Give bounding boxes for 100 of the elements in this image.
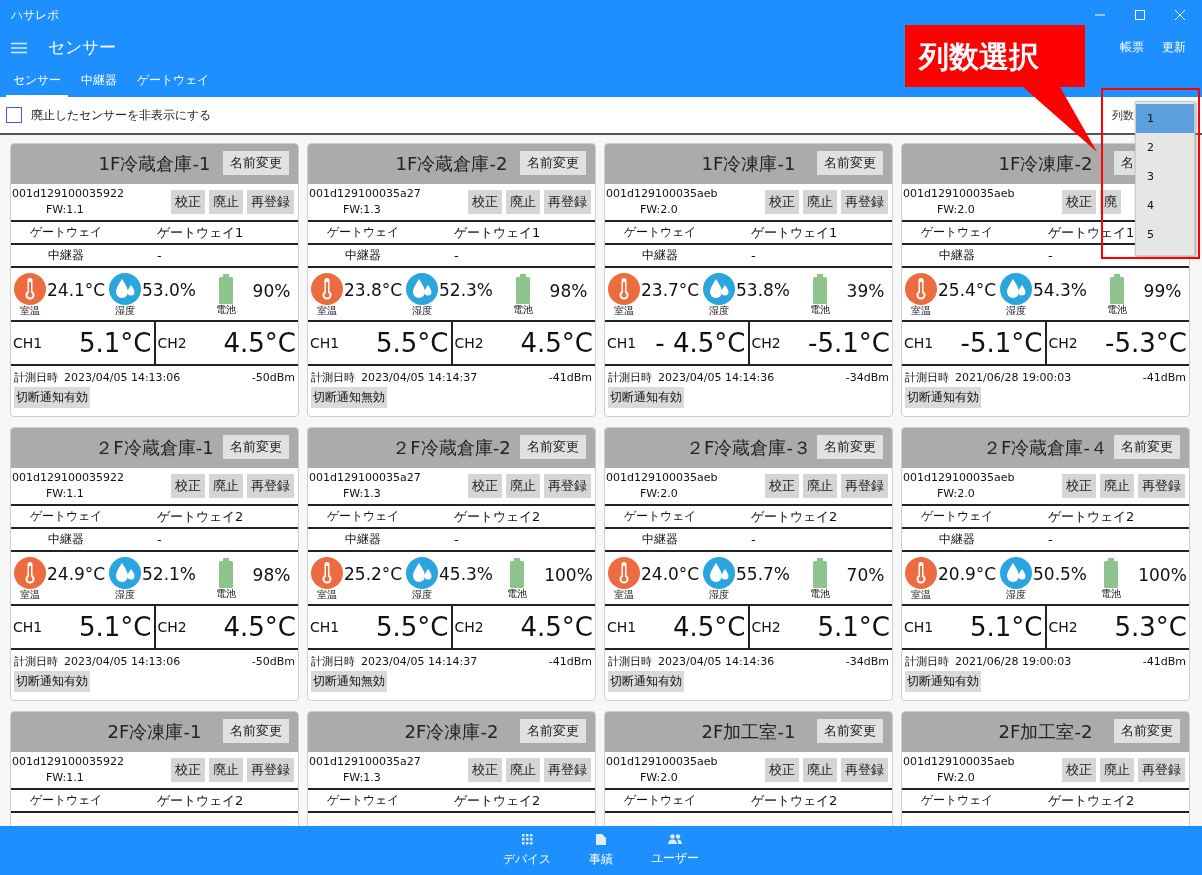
action-button[interactable]: 校正 [171,190,205,214]
reading-caption: 室温 [614,304,634,316]
channel-temperature: 5.1°C [79,612,152,642]
rename-button[interactable]: 名前変更 [223,151,289,175]
action-button[interactable]: 再登録 [247,758,294,782]
reading-caption: 室温 [20,304,40,316]
battery-icon [218,273,233,304]
field-value: ゲートウェイ1 [454,223,541,242]
device-id: 001d129100035aeb [903,186,1015,202]
battery-icon [812,273,827,304]
action-button[interactable]: 廃止 [209,758,243,782]
maximize-icon[interactable] [1134,9,1146,21]
reading-value: 50.5% [1033,563,1087,584]
reading-caption: 室温 [317,304,337,316]
action-button[interactable]: 廃止 [506,190,540,214]
channel-temperature: 4.5°C [223,612,296,642]
rename-button[interactable]: 名前変更 [817,719,883,743]
action-button[interactable]: 廃止 [803,758,837,782]
action-button[interactable]: 校正 [1062,190,1096,214]
firmware-version: FW:2.0 [936,202,976,218]
action-button[interactable]: 校正 [468,758,502,782]
action-button[interactable]: 廃止 [506,474,540,498]
firmware-version: FW:1.3 [342,486,382,502]
measured-time: 2023/04/05 14:13:06 [64,371,181,384]
action-button[interactable]: 校正 [765,474,799,498]
action-button[interactable]: 廃止 [803,190,837,214]
rename-button[interactable]: 名前変更 [520,151,586,175]
action-button[interactable]: 廃 [1100,190,1121,214]
notification-tag: 切断通知無効 [311,671,387,692]
action-button[interactable]: 再登録 [544,758,591,782]
action-button[interactable]: 再登録 [247,474,294,498]
thermometer-icon [14,556,46,589]
rename-button[interactable]: 名前変更 [1114,435,1180,459]
signal-strength: -34dBm [845,655,889,668]
dropdown-option[interactable]: 4 [1136,191,1194,220]
reading-caption: 電池 [809,303,830,315]
reading-value: 24.9°C [47,563,106,584]
checkbox[interactable] [6,107,22,123]
action-button[interactable]: 校正 [171,758,205,782]
field-value: ゲートウェイ2 [1048,507,1135,526]
channel-temperature: 4.5°C [223,328,296,358]
field-label: ゲートウェイ [921,508,993,525]
measured-label: 計測日時 [608,654,652,669]
action-button[interactable]: 校正 [1062,474,1096,498]
page-title: センサー [48,36,116,59]
measured-label: 計測日時 [14,654,58,669]
rename-button[interactable]: 名前変更 [817,151,883,175]
channel-label: CH1 [607,619,637,635]
action-button[interactable]: 廃止 [1100,474,1134,498]
rename-button[interactable]: 名前変更 [520,435,586,459]
device-id: 001d129100035aeb [606,186,718,202]
device-id: 001d129100035aeb [606,754,718,770]
action-button[interactable]: 再登録 [544,474,591,498]
action-button[interactable]: 再登録 [247,190,294,214]
action-button[interactable]: 校正 [171,474,205,498]
action-button[interactable]: 再登録 [1138,474,1185,498]
channel-temperature: -5.3°C [1105,328,1187,358]
thermometer-icon [608,556,640,589]
field-label: ゲートウェイ [921,224,993,241]
rename-button[interactable]: 名前変更 [1114,719,1180,743]
field-label: ゲートウェイ [327,792,399,809]
rename-button[interactable]: 名前変更 [817,435,883,459]
action-button[interactable]: 廃止 [1100,758,1134,782]
sensor-name: 2F冷凍庫-2 [404,720,499,744]
field-value: ゲートウェイ1 [751,223,838,242]
device-id: 001d129100035a27 [309,470,421,486]
dropdown-option[interactable]: 1 [1136,104,1194,133]
measured-label: 計測日時 [905,370,949,385]
field-label: ゲートウェイ [624,508,696,525]
action-button[interactable]: 廃止 [209,474,243,498]
menu-icon[interactable] [11,41,27,54]
reading-caption: 電池 [215,303,236,315]
action-button[interactable]: 再登録 [841,190,888,214]
action-button[interactable]: 再登録 [841,758,888,782]
action-button[interactable]: 廃止 [803,474,837,498]
action-button[interactable]: 廃止 [209,190,243,214]
callout-text: 列数選択 [919,38,1039,76]
field-value: - [751,248,756,263]
action-button[interactable]: 校正 [765,758,799,782]
action-button[interactable]: 再登録 [1138,758,1185,782]
reading-caption: 電池 [215,587,236,599]
action-button[interactable]: 校正 [468,190,502,214]
measured-label: 計測日時 [311,370,355,385]
reading-value: 24.1°C [47,279,106,300]
sensor-name: ２F冷蔵倉庫-４ [983,436,1108,460]
dropdown-option[interactable]: 5 [1136,220,1194,249]
rename-button[interactable]: 名前変更 [223,719,289,743]
water-drops-icon [703,272,735,305]
close-icon[interactable] [1174,9,1186,21]
action-button[interactable]: 廃止 [506,758,540,782]
channel-temperature: 5.1°C [817,612,890,642]
action-button[interactable]: 校正 [765,190,799,214]
reading-value: 99% [1143,280,1182,301]
action-button[interactable]: 再登録 [841,474,888,498]
firmware-version: FW:2.0 [639,770,679,786]
rename-button[interactable]: 名前変更 [520,719,586,743]
action-button[interactable]: 再登録 [544,190,591,214]
action-button[interactable]: 校正 [1062,758,1096,782]
rename-button[interactable]: 名前変更 [223,435,289,459]
action-button[interactable]: 校正 [468,474,502,498]
